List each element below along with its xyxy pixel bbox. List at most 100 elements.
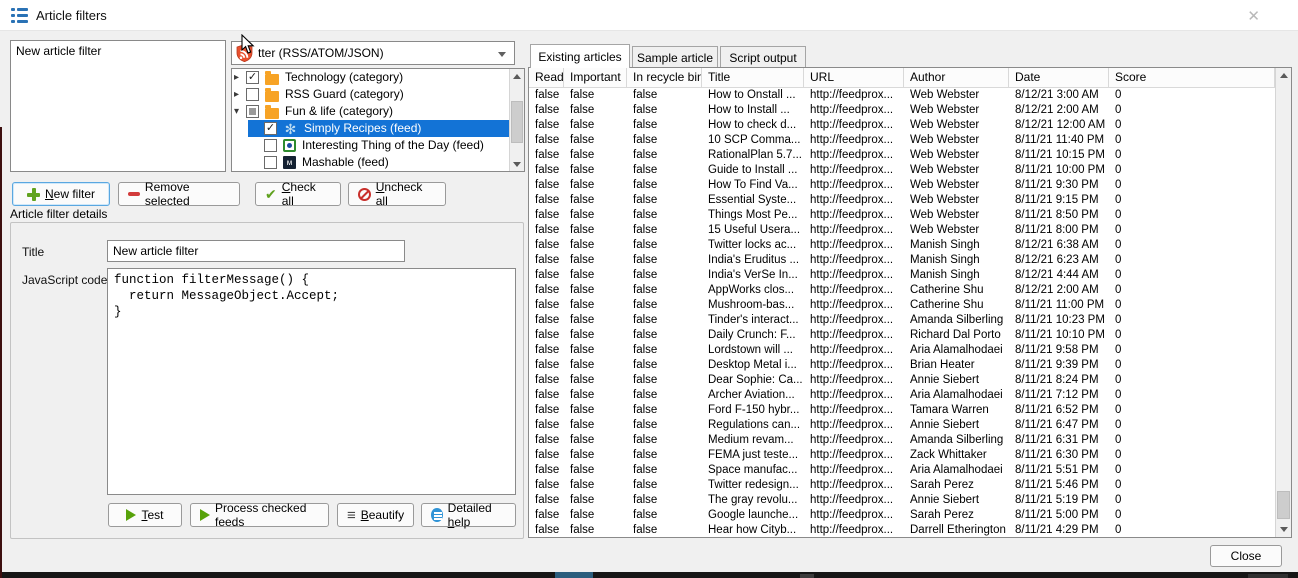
table-row[interactable]: falsefalsefalseDear Sophie: Ca...http://… <box>529 373 1275 388</box>
table-row[interactable]: falsefalsefalseThe gray revolu...http://… <box>529 493 1275 508</box>
table-row[interactable]: falsefalsefalseAppWorks clos...http://fe… <box>529 283 1275 298</box>
filter-list-item[interactable]: New article filter <box>11 41 225 62</box>
table-row[interactable]: falsefalsefalseDaily Crunch: F...http://… <box>529 328 1275 343</box>
table-row[interactable]: falsefalsefalseGoogle launche...http://f… <box>529 508 1275 523</box>
table-row[interactable]: falsefalsefalseTinder's interact...http:… <box>529 313 1275 328</box>
close-button[interactable]: Close <box>1210 545 1282 567</box>
tab-existing-articles[interactable]: Existing articles <box>530 44 630 68</box>
tree-checkbox[interactable] <box>246 105 259 118</box>
process-checked-feeds-button[interactable]: Process checked feeds <box>190 503 329 527</box>
table-row[interactable]: falsefalsefalseDesktop Metal i...http://… <box>529 358 1275 373</box>
filters-list[interactable]: New article filter <box>10 40 226 172</box>
window-close-icon[interactable]: ✕ <box>1247 7 1260 25</box>
tree-checkbox[interactable]: ✓ <box>264 122 277 135</box>
table-cell: false <box>529 418 564 433</box>
table-cell: 0 <box>1109 343 1275 358</box>
column-header-score[interactable]: Score <box>1109 68 1275 87</box>
combobox-dropdown-arrow-icon[interactable] <box>498 52 506 57</box>
column-header-read[interactable]: Read <box>529 68 564 87</box>
table-row[interactable]: falsefalsefalseHow to check d...http://f… <box>529 118 1275 133</box>
table-cell: Guide to Install ... <box>702 163 804 178</box>
expander-collapsed-icon[interactable]: ▸ <box>234 86 246 103</box>
table-cell: false <box>529 118 564 133</box>
uncheck-all-button[interactable]: Uncheck all <box>348 182 446 206</box>
column-header-author[interactable]: Author <box>904 68 1009 87</box>
table-scrollbar[interactable] <box>1275 68 1291 537</box>
table-row[interactable]: falsefalsefalseArcher Aviation...http://… <box>529 388 1275 403</box>
remove-selected-button[interactable]: Remove selected <box>118 182 240 206</box>
tree-item[interactable]: мMashable (feed) <box>232 154 509 171</box>
table-row[interactable]: falsefalsefalseFEMA just teste...http://… <box>529 448 1275 463</box>
column-header-date[interactable]: Date <box>1009 68 1109 87</box>
table-cell: false <box>564 403 627 418</box>
table-row[interactable]: falsefalsefalseIndia's Eruditus ...http:… <box>529 253 1275 268</box>
table-row[interactable]: falsefalsefalseRationalPlan 5.7...http:/… <box>529 148 1275 163</box>
help-circle-icon <box>431 508 443 522</box>
tree-item[interactable]: ▸✓Technology (category) <box>232 69 509 86</box>
tree-checkbox[interactable] <box>264 139 277 152</box>
table-cell: Web Webster <box>904 223 1009 238</box>
table-cell: http://feedprox... <box>804 88 904 103</box>
expander-expanded-icon[interactable]: ▾ <box>234 103 246 120</box>
table-row[interactable]: falsefalsefalseRegulations can...http://… <box>529 418 1275 433</box>
tree-scrollbar-thumb[interactable] <box>511 101 523 143</box>
column-header-in-recycle-bin[interactable]: In recycle bin <box>627 68 702 87</box>
title-input[interactable]: New article filter <box>107 240 405 262</box>
scroll-up-icon[interactable] <box>510 69 524 83</box>
table-header-row: ReadImportantIn recycle binTitleURLAutho… <box>529 68 1275 88</box>
table-row[interactable]: falsefalsefalseLordstown will ...http://… <box>529 343 1275 358</box>
tree-checkbox[interactable]: ✓ <box>246 71 259 84</box>
table-row[interactable]: falsefalsefalseSpace manufac...http://fe… <box>529 463 1275 478</box>
table-row[interactable]: falsefalsefalseHow To Find Va...http://f… <box>529 178 1275 193</box>
column-header-important[interactable]: Important <box>564 68 627 87</box>
table-row[interactable]: falsefalsefalseHow to Onstall ...http://… <box>529 88 1275 103</box>
tree-item[interactable]: ▸RSS Guard (category) <box>232 86 509 103</box>
tab-script-output[interactable]: Script output <box>720 46 806 68</box>
table-cell: http://feedprox... <box>804 373 904 388</box>
tree-checkbox[interactable] <box>264 156 277 169</box>
tree-checkbox[interactable] <box>246 88 259 101</box>
table-row[interactable]: falsefalsefalseThings Most Pe...http://f… <box>529 208 1275 223</box>
expander-collapsed-icon[interactable]: ▸ <box>234 69 246 86</box>
tree-item[interactable]: Interesting Thing of the Day (feed) <box>232 137 509 154</box>
table-row[interactable]: falsefalsefalseMedium revam...http://fee… <box>529 433 1275 448</box>
table-row[interactable]: falsefalsefalseMushroom-bas...http://fee… <box>529 298 1275 313</box>
test-button[interactable]: Test <box>108 503 182 527</box>
uncheck-all-label: Uncheck all <box>376 180 436 208</box>
account-combobox[interactable]: tter (RSS/ATOM/JSON) <box>231 41 515 65</box>
table-row[interactable]: falsefalsefalseEssential Syste...http://… <box>529 193 1275 208</box>
tree-item[interactable]: ▾Fun & life (category) <box>232 103 509 120</box>
table-scrollbar-thumb[interactable] <box>1277 491 1290 519</box>
table-cell: 8/11/21 5:51 PM <box>1009 463 1109 478</box>
tree-item[interactable]: ✓✻Simply Recipes (feed) <box>232 120 509 137</box>
column-header-url[interactable]: URL <box>804 68 904 87</box>
new-filter-button[interactable]: New filter <box>12 182 110 206</box>
table-row[interactable]: falsefalsefalseHow to Install ...http://… <box>529 103 1275 118</box>
table-row[interactable]: falsefalsefalseTwitter redesign...http:/… <box>529 478 1275 493</box>
column-header-title[interactable]: Title <box>702 68 804 87</box>
dot-icon <box>283 139 296 152</box>
table-row[interactable]: falsefalsefalseHear how Cityb...http://f… <box>529 523 1275 537</box>
beautify-button[interactable]: ≡ Beautify <box>337 503 414 527</box>
table-cell: Tamara Warren <box>904 403 1009 418</box>
table-cell: 8/12/21 6:38 AM <box>1009 238 1109 253</box>
table-cell: Aria Alamalhodaei <box>904 388 1009 403</box>
detailed-help-button[interactable]: Detailed help <box>421 503 516 527</box>
table-cell: false <box>627 403 702 418</box>
tree-scrollbar[interactable] <box>509 69 524 171</box>
scroll-down-icon[interactable] <box>1276 522 1291 537</box>
scroll-down-icon[interactable] <box>510 157 524 171</box>
table-row[interactable]: falsefalsefalse10 SCP Comma...http://fee… <box>529 133 1275 148</box>
table-cell: http://feedprox... <box>804 493 904 508</box>
table-cell: 0 <box>1109 268 1275 283</box>
table-row[interactable]: falsefalsefalseIndia's VerSe In...http:/… <box>529 268 1275 283</box>
table-row[interactable]: falsefalsefalseFord F-150 hybr...http://… <box>529 403 1275 418</box>
table-row[interactable]: falsefalsefalseGuide to Install ...http:… <box>529 163 1275 178</box>
check-all-button[interactable]: ✔ Check all <box>255 182 341 206</box>
table-row[interactable]: falsefalsefalseTwitter locks ac...http:/… <box>529 238 1275 253</box>
table-row[interactable]: falsefalsefalse15 Useful Usera...http://… <box>529 223 1275 238</box>
tab-sample-article[interactable]: Sample article <box>632 46 718 68</box>
js-code-editor[interactable]: function filterMessage() { return Messag… <box>107 268 516 495</box>
table-cell: 0 <box>1109 433 1275 448</box>
scroll-up-icon[interactable] <box>1276 68 1291 83</box>
